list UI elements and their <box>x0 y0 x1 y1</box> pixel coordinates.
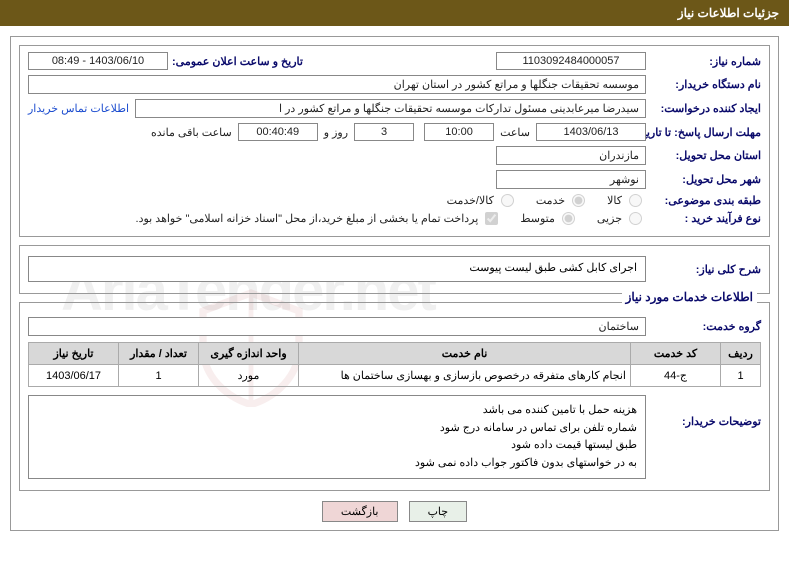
category-goods-label: کالا <box>607 194 622 207</box>
announce-datetime-label: تاریخ و ساعت اعلان عمومی: <box>168 55 303 68</box>
category-goods-service-radio[interactable] <box>501 194 514 207</box>
row-delivery-city: شهر محل تحویل: نوشهر <box>28 170 761 189</box>
th-service-name: نام خدمت <box>299 343 631 365</box>
need-number-label: شماره نیاز: <box>646 55 761 68</box>
services-table: ردیف کد خدمت نام خدمت واحد اندازه گیری ت… <box>28 342 761 387</box>
countdown-value: 00:40:49 <box>238 123 318 141</box>
row-deadline: مهلت ارسال پاسخ: تا تاریخ: 1403/06/13 سا… <box>28 123 761 141</box>
days-value: 3 <box>354 123 414 141</box>
category-service-radio[interactable] <box>572 194 585 207</box>
buyer-notes-line: هزینه حمل با تامین کننده می باشد <box>37 402 637 420</box>
category-label: طبقه بندی موضوعی: <box>646 194 761 207</box>
service-group-label: گروه خدمت: <box>646 320 761 333</box>
days-and-label: روز و <box>318 126 354 139</box>
deadline-time-value: 10:00 <box>424 123 494 141</box>
td-unit: مورد <box>199 365 299 387</box>
service-group-value: ساختمان <box>28 317 646 336</box>
category-goods-service-label: کالا/خدمت <box>447 194 494 207</box>
print-button[interactable]: چاپ <box>409 501 468 522</box>
row-purchase-type: نوع فرآیند خرید : جزیی متوسط پرداخت تمام… <box>28 212 761 225</box>
delivery-province-label: استان محل تحویل: <box>646 149 761 162</box>
treasury-note: پرداخت تمام یا بخشی از مبلغ خرید،از محل … <box>136 212 479 225</box>
row-buyer-org: نام دستگاه خریدار: موسسه تحقیقات جنگلها … <box>28 75 761 94</box>
td-need-date: 1403/06/17 <box>29 365 119 387</box>
th-row: ردیف <box>721 343 761 365</box>
th-unit: واحد اندازه گیری <box>199 343 299 365</box>
buyer-notes-line: به در خواستهای بدون فاکتور جواب داده نمی… <box>37 455 637 473</box>
remaining-label: ساعت باقی مانده <box>145 126 238 139</box>
page-title: جزئیات اطلاعات نیاز <box>0 0 789 26</box>
delivery-city-label: شهر محل تحویل: <box>646 173 761 186</box>
row-requester: ایجاد کننده درخواست: سیدرضا میرعابدینی م… <box>28 99 761 118</box>
services-box: اطلاعات خدمات مورد نیاز گروه خدمت: ساختم… <box>19 302 770 491</box>
buyer-notes-line: شماره تلفن برای تماس در سامانه درج شود <box>37 420 637 438</box>
need-desc-box: شرح کلی نیاز: اجرای کابل کشی طبق لیست پی… <box>19 245 770 294</box>
deadline-date-value: 1403/06/13 <box>536 123 646 141</box>
buyer-notes-label: توضیحات خریدار: <box>646 395 761 428</box>
need-info-box: شماره نیاز: 1103092484000057 تاریخ و ساع… <box>19 45 770 237</box>
th-need-date: تاریخ نیاز <box>29 343 119 365</box>
buyer-org-label: نام دستگاه خریدار: <box>646 78 761 91</box>
delivery-city-value: نوشهر <box>496 170 646 189</box>
row-need-number: شماره نیاز: 1103092484000057 تاریخ و ساع… <box>28 52 761 70</box>
announce-datetime-value: 1403/06/10 - 08:49 <box>28 52 168 70</box>
buyer-notes-value: هزینه حمل با تامین کننده می باشد شماره ت… <box>28 395 646 479</box>
services-info-title: اطلاعات خدمات مورد نیاز <box>622 290 757 304</box>
requester-label: ایجاد کننده درخواست: <box>646 102 761 115</box>
requester-value: سیدرضا میرعابدینی مسئول تدارکات موسسه تح… <box>135 99 646 118</box>
main-container: AriaTender.net شماره نیاز: 1103092484000… <box>10 36 779 531</box>
need-desc-value: اجرای کابل کشی طبق لیست پیوست <box>28 256 646 282</box>
deadline-label: مهلت ارسال پاسخ: تا تاریخ: <box>646 126 761 139</box>
purchase-type-minor-radio[interactable] <box>629 212 642 225</box>
table-row: 1 ج-44 انجام کارهای متفرقه درخصوص بازساز… <box>29 365 761 387</box>
time-label: ساعت <box>494 126 536 139</box>
button-row: چاپ بازگشت <box>19 501 770 522</box>
buyer-notes-line: طبق لیستها قیمت داده شود <box>37 437 637 455</box>
purchase-type-label: نوع فرآیند خرید : <box>646 212 761 225</box>
back-button[interactable]: بازگشت <box>322 501 398 522</box>
td-qty: 1 <box>119 365 199 387</box>
category-goods-radio[interactable] <box>629 194 642 207</box>
purchase-type-medium-label: متوسط <box>520 212 555 225</box>
delivery-province-value: مازندران <box>496 146 646 165</box>
row-delivery-province: استان محل تحویل: مازندران <box>28 146 761 165</box>
purchase-type-medium-radio[interactable] <box>562 212 575 225</box>
table-header-row: ردیف کد خدمت نام خدمت واحد اندازه گیری ت… <box>29 343 761 365</box>
th-qty: تعداد / مقدار <box>119 343 199 365</box>
buyer-contact-link[interactable]: اطلاعات تماس خریدار <box>28 102 129 115</box>
need-number-value: 1103092484000057 <box>496 52 646 70</box>
th-service-code: کد خدمت <box>631 343 721 365</box>
row-category: طبقه بندی موضوعی: کالا خدمت کالا/خدمت <box>28 194 761 207</box>
td-service-name: انجام کارهای متفرقه درخصوص بازسازی و بهس… <box>299 365 631 387</box>
td-row: 1 <box>721 365 761 387</box>
need-desc-label: شرح کلی نیاز: <box>646 263 761 276</box>
td-service-code: ج-44 <box>631 365 721 387</box>
treasury-checkbox[interactable] <box>485 212 498 225</box>
purchase-type-minor-label: جزیی <box>597 212 622 225</box>
category-service-label: خدمت <box>536 194 565 207</box>
buyer-org-value: موسسه تحقیقات جنگلها و مراتع کشور در است… <box>28 75 646 94</box>
